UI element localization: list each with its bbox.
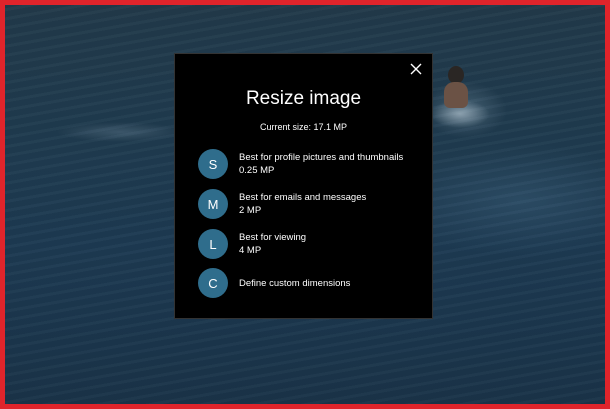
current-size-label: Current size: 17.1 MP bbox=[259, 122, 348, 132]
option-small[interactable]: S Best for profile pictures and thumbnai… bbox=[198, 149, 423, 179]
option-medium-label: Best for emails and messages bbox=[239, 192, 367, 203]
option-large-size: 4 MP bbox=[239, 245, 262, 256]
close-button[interactable] bbox=[409, 62, 423, 76]
option-large[interactable]: L Best for viewing 4 MP bbox=[198, 229, 423, 259]
option-large-text: Best for viewing 4 MP bbox=[239, 231, 306, 257]
close-icon bbox=[410, 63, 422, 75]
option-custom[interactable]: C Define custom dimensions bbox=[198, 268, 423, 298]
option-small-size: 0.25 MP bbox=[239, 165, 275, 176]
dialog-title: Resize image bbox=[245, 88, 362, 109]
option-medium[interactable]: M Best for emails and messages 2 MP bbox=[198, 189, 423, 219]
option-medium-size: 2 MP bbox=[239, 205, 262, 216]
option-medium-badge: M bbox=[198, 189, 228, 219]
option-large-badge: L bbox=[198, 229, 228, 259]
resize-image-dialog: Resize image Current size: 17.1 MP S Bes… bbox=[174, 53, 433, 319]
option-custom-badge: C bbox=[198, 268, 228, 298]
option-small-text: Best for profile pictures and thumbnails… bbox=[239, 151, 403, 177]
option-custom-label: Define custom dimensions bbox=[239, 277, 351, 289]
option-custom-text: Define custom dimensions bbox=[239, 277, 350, 290]
swimmer bbox=[444, 66, 470, 116]
option-small-badge: S bbox=[198, 149, 228, 179]
option-small-label: Best for profile pictures and thumbnails bbox=[239, 152, 404, 163]
option-large-label: Best for viewing bbox=[239, 232, 307, 243]
swimmer-body bbox=[444, 82, 468, 108]
option-medium-text: Best for emails and messages 2 MP bbox=[239, 191, 366, 217]
